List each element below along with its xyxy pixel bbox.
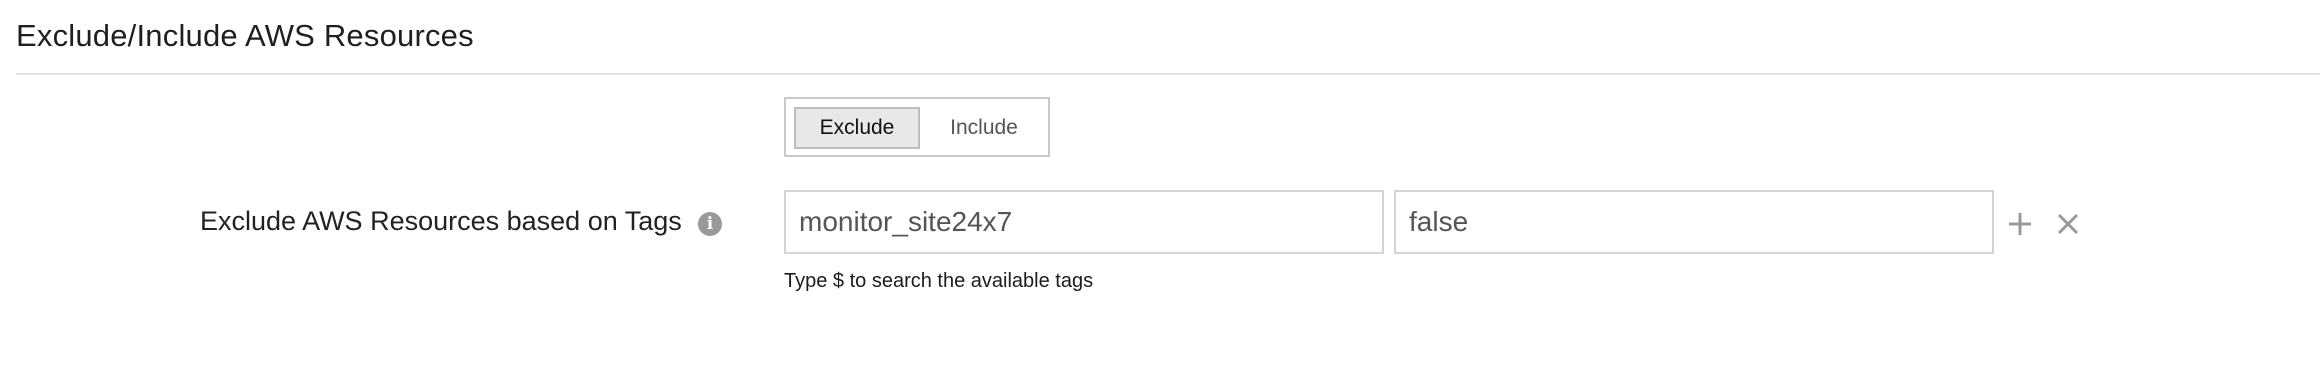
mode-toggle-group: Exclude Include xyxy=(784,97,1050,157)
info-icon[interactable]: i xyxy=(698,212,722,236)
exclude-toggle-button[interactable]: Exclude xyxy=(794,107,920,149)
section-title: Exclude/Include AWS Resources xyxy=(16,18,474,53)
include-toggle-button[interactable]: Include xyxy=(926,107,1042,149)
tag-filter-label: Exclude AWS Resources based on Tags xyxy=(200,206,682,236)
tag-key-input[interactable] xyxy=(784,190,1384,254)
close-icon[interactable] xyxy=(2052,208,2084,240)
tag-value-input[interactable] xyxy=(1394,190,1994,254)
section-divider xyxy=(16,73,2320,75)
plus-icon[interactable] xyxy=(2004,208,2036,240)
tag-search-hint: Type $ to search the available tags xyxy=(784,270,1094,292)
